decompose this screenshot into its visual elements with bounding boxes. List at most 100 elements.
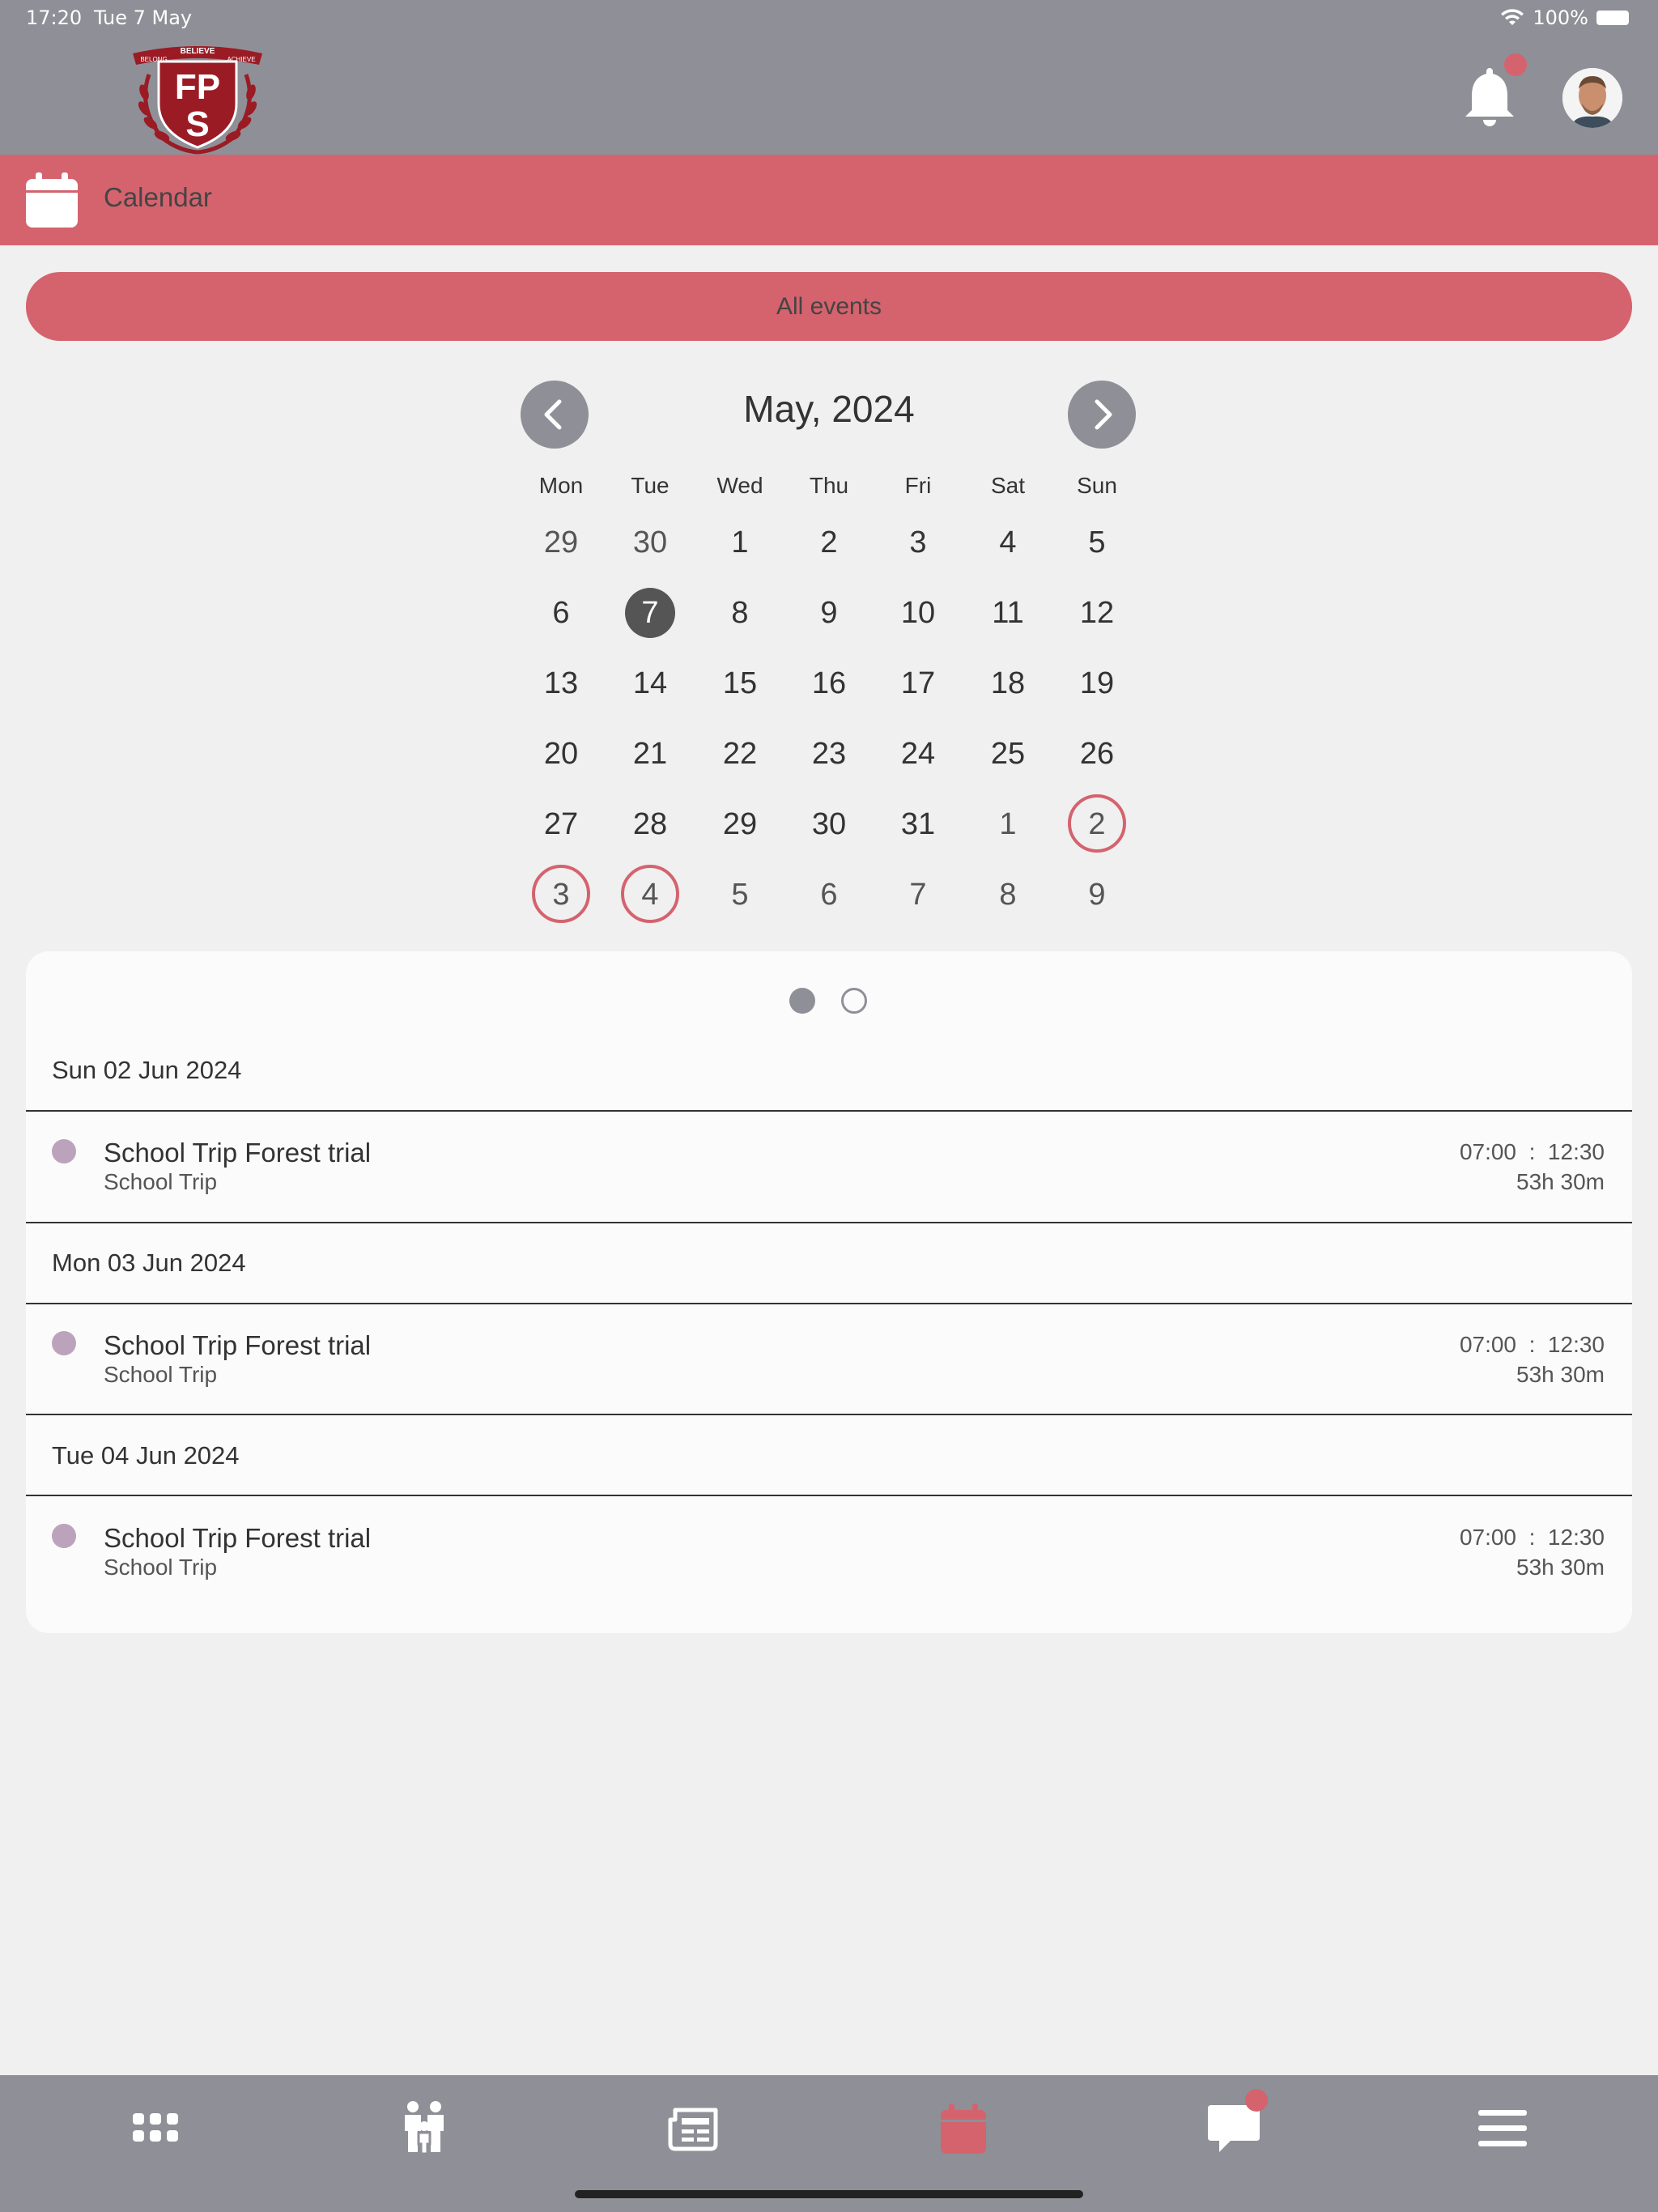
calendar-day[interactable]: 19 bbox=[1065, 651, 1129, 716]
event-duration: 53h 30m bbox=[1516, 1362, 1605, 1387]
calendar-day[interactable]: 18 bbox=[976, 651, 1040, 716]
calendar-day[interactable]: 4 bbox=[976, 510, 1040, 575]
day-number: 10 bbox=[900, 596, 936, 630]
calendar-day[interactable]: 12 bbox=[1065, 581, 1129, 645]
calendar-day[interactable]: 30 bbox=[618, 510, 682, 575]
next-month-button[interactable] bbox=[1068, 381, 1136, 449]
weekday-mon: Mon bbox=[538, 473, 584, 498]
day-number: 7 bbox=[625, 588, 675, 638]
tab-home[interactable] bbox=[123, 2095, 188, 2160]
calendar-day[interactable]: 15 bbox=[708, 651, 772, 716]
calendar-day[interactable]: 29 bbox=[529, 510, 593, 575]
day-number: 4 bbox=[999, 525, 1017, 559]
wifi-icon bbox=[1501, 9, 1524, 25]
page-title: Calendar bbox=[104, 182, 212, 212]
calendar-day-with-event[interactable]: 3 bbox=[529, 862, 593, 927]
all-events-filter-button[interactable]: All events bbox=[26, 272, 1632, 341]
calendar-day[interactable]: 6 bbox=[529, 581, 593, 645]
calendar-icon bbox=[941, 2104, 986, 2154]
calendar-day[interactable]: 7 bbox=[886, 862, 950, 927]
page-indicator-active[interactable] bbox=[789, 988, 815, 1014]
event-category-dot bbox=[52, 1524, 76, 1548]
event-type: School Trip bbox=[104, 1169, 218, 1194]
logo-motto-believe: BELIEVE bbox=[181, 47, 215, 56]
event-title[interactable]: School Trip Forest trial bbox=[104, 1330, 371, 1361]
event-day-header: Tue 04 Jun 2024 bbox=[52, 1441, 240, 1470]
calendar-day[interactable]: 14 bbox=[618, 651, 682, 716]
time-separator: : bbox=[1522, 1332, 1542, 1357]
school-logo[interactable]: FP S BELIEVE BELONG ACHIEVE bbox=[130, 42, 266, 155]
calendar-day[interactable]: 22 bbox=[708, 721, 772, 786]
day-number: 4 bbox=[621, 865, 679, 923]
event-day-header: Mon 03 Jun 2024 bbox=[52, 1249, 246, 1277]
calendar-day[interactable]: 5 bbox=[1065, 510, 1129, 575]
calendar-day[interactable]: 23 bbox=[797, 721, 861, 786]
calendar-day[interactable]: 31 bbox=[886, 792, 950, 857]
weekday-sun: Sun bbox=[1077, 473, 1117, 498]
event-category-dot bbox=[52, 1139, 76, 1163]
divider bbox=[26, 1495, 1632, 1496]
avatar[interactable] bbox=[1562, 68, 1622, 128]
event-end: 12:30 bbox=[1547, 1525, 1605, 1550]
event-category-dot bbox=[52, 1331, 76, 1355]
calendar-day[interactable]: 28 bbox=[618, 792, 682, 857]
calendar-day-with-event[interactable]: 4 bbox=[618, 862, 682, 927]
day-number: 15 bbox=[722, 666, 758, 700]
day-number: 26 bbox=[1079, 737, 1115, 771]
calendar-day[interactable]: 13 bbox=[529, 651, 593, 716]
calendar-day[interactable]: 3 bbox=[886, 510, 950, 575]
page-indicator[interactable] bbox=[841, 988, 867, 1014]
calendar-day[interactable]: 29 bbox=[708, 792, 772, 857]
tab-calendar[interactable] bbox=[931, 2095, 996, 2160]
weekday-tue: Tue bbox=[631, 473, 670, 498]
day-number: 5 bbox=[731, 878, 749, 912]
event-title[interactable]: School Trip Forest trial bbox=[104, 1138, 371, 1168]
day-number: 6 bbox=[820, 878, 838, 912]
day-number: 21 bbox=[632, 737, 668, 771]
event-duration: 53h 30m bbox=[1516, 1169, 1605, 1194]
calendar-day[interactable]: 27 bbox=[529, 792, 593, 857]
calendar-day[interactable]: 30 bbox=[797, 792, 861, 857]
day-number: 1 bbox=[731, 525, 749, 559]
event-time-range: 07:00 : 12:30 bbox=[1460, 1525, 1605, 1551]
calendar-day[interactable]: 16 bbox=[797, 651, 861, 716]
calendar-day[interactable]: 2 bbox=[797, 510, 861, 575]
calendar-day[interactable]: 26 bbox=[1065, 721, 1129, 786]
calendar-day[interactable]: 20 bbox=[529, 721, 593, 786]
calendar-day[interactable]: 24 bbox=[886, 721, 950, 786]
day-number: 22 bbox=[722, 737, 758, 771]
home-indicator[interactable] bbox=[575, 2190, 1083, 2198]
calendar-day-with-event[interactable]: 2 bbox=[1065, 792, 1129, 857]
calendar-day[interactable]: 17 bbox=[886, 651, 950, 716]
calendar-day[interactable]: 9 bbox=[1065, 862, 1129, 927]
tab-news[interactable] bbox=[662, 2095, 727, 2160]
calendar-day[interactable]: 6 bbox=[797, 862, 861, 927]
calendar-day[interactable]: 9 bbox=[797, 581, 861, 645]
event-time-range: 07:00 : 12:30 bbox=[1460, 1332, 1605, 1358]
day-number: 13 bbox=[543, 666, 579, 700]
weekday-thu: Thu bbox=[809, 473, 849, 498]
event-day-header: Sun 02 Jun 2024 bbox=[52, 1056, 242, 1084]
calendar-day[interactable]: 25 bbox=[976, 721, 1040, 786]
chevron-right-icon bbox=[1095, 399, 1112, 430]
calendar-day[interactable]: 11 bbox=[976, 581, 1040, 645]
event-title[interactable]: School Trip Forest trial bbox=[104, 1523, 371, 1554]
calendar-day[interactable]: 10 bbox=[886, 581, 950, 645]
calendar-day[interactable]: 1 bbox=[976, 792, 1040, 857]
calendar-day[interactable]: 21 bbox=[618, 721, 682, 786]
day-number: 2 bbox=[1068, 794, 1126, 853]
tab-family[interactable] bbox=[392, 2095, 457, 2160]
calendar-day[interactable]: 8 bbox=[976, 862, 1040, 927]
tab-menu[interactable] bbox=[1470, 2095, 1535, 2160]
calendar-day[interactable]: 5 bbox=[708, 862, 772, 927]
day-number: 29 bbox=[722, 807, 758, 841]
day-number: 8 bbox=[731, 596, 749, 630]
logo-initials-top: FP bbox=[175, 67, 220, 107]
previous-month-button[interactable] bbox=[521, 381, 589, 449]
event-start: 07:00 bbox=[1459, 1332, 1517, 1357]
calendar-day[interactable]: 8 bbox=[708, 581, 772, 645]
divider bbox=[26, 1414, 1632, 1415]
calendar-day-today[interactable]: 7 bbox=[618, 581, 682, 645]
day-number: 24 bbox=[900, 737, 936, 771]
calendar-day[interactable]: 1 bbox=[708, 510, 772, 575]
